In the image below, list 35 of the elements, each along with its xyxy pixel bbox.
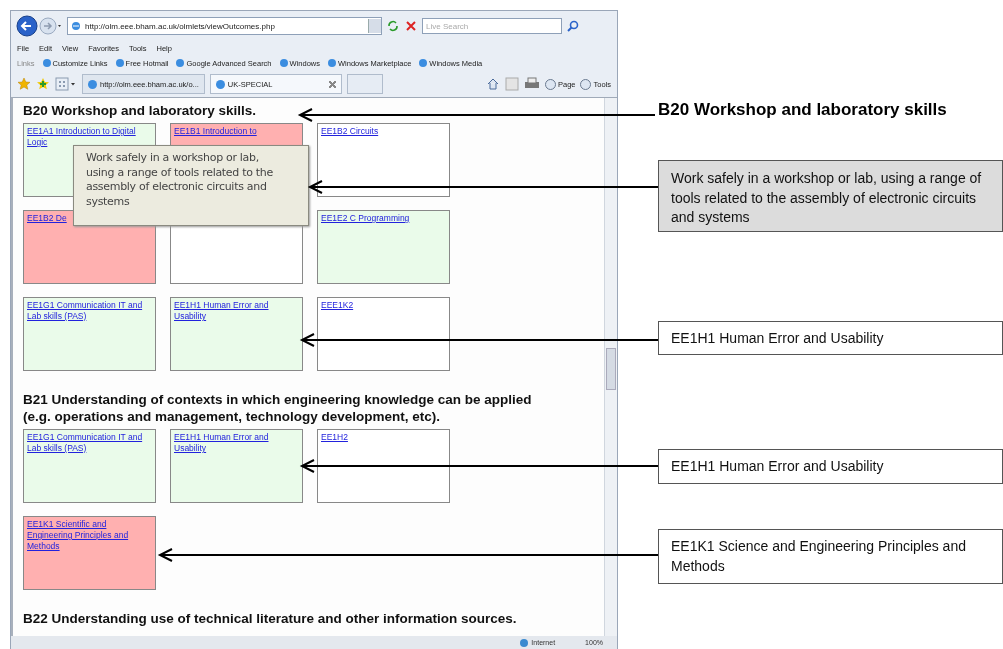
- page-icon: [71, 21, 81, 31]
- search-field[interactable]: Live Search: [422, 18, 562, 34]
- quick-tabs-icon[interactable]: [55, 77, 77, 91]
- module-link[interactable]: EE1K1 Scientific and Engineering Principles and Methods: [27, 519, 152, 552]
- module-link[interactable]: EE1E2 C Programming: [321, 213, 446, 224]
- tooltip: Work safely in a workshop or lab, using a range of tools related to the assembly of electronic circuits and systems: [73, 145, 309, 226]
- section-heading: B21 Understanding of contexts in which engineering knowledge can be applied (e.g. operations and management, technology development, etc).: [23, 391, 533, 425]
- module-link[interactable]: EE1B1 Introduction to: [174, 126, 299, 137]
- refresh-icon[interactable]: [386, 19, 400, 33]
- module-link[interactable]: EE1G1 Communication IT and Lab skills (PAS): [27, 432, 152, 454]
- add-favorite-icon[interactable]: [36, 77, 50, 91]
- annotation-heading: B20 Workshop and laboratory skills: [658, 100, 948, 120]
- module-link[interactable]: EE1G1 Communication IT and Lab skills (PAS): [27, 300, 152, 322]
- module-link[interactable]: EEE1K2: [321, 300, 446, 311]
- module-link[interactable]: EE1H1 Human Error and Usability: [174, 300, 299, 322]
- callout-box: EE1H1 Human Error and Usability: [658, 321, 1003, 355]
- module-link[interactable]: EE1H2: [321, 432, 446, 443]
- module-link[interactable]: EE1A1 Introduction to Digital Logic: [27, 126, 152, 148]
- module-link[interactable]: EE1H1 Human Error and Usability: [174, 432, 299, 454]
- callout-box: Work safely in a workshop or lab, using a range of tools related to the assembly of electronic circuits and systems: [658, 160, 1003, 232]
- search-icon[interactable]: [566, 19, 580, 33]
- module-link[interactable]: EE1B2 Circuits: [321, 126, 446, 137]
- back-forward-icon[interactable]: [15, 14, 63, 38]
- callout-box: EE1H1 Human Error and Usability: [658, 449, 1003, 484]
- section-heading: B22 Understanding use of technical literature and other information sources.: [23, 610, 517, 627]
- section-heading: B20 Workshop and laboratory skills.: [23, 102, 257, 119]
- star-icon[interactable]: [17, 77, 31, 91]
- home-icon[interactable]: [485, 77, 500, 91]
- scrollbar[interactable]: [604, 98, 617, 636]
- callout-box: EE1K1 Science and Engineering Principles and Methods: [658, 529, 1003, 584]
- stop-icon[interactable]: [404, 19, 418, 33]
- address-field[interactable]: http://olm.eee.bham.ac.uk/olmlets/viewOutcomes.php: [67, 17, 382, 35]
- close-icon[interactable]: [328, 80, 336, 88]
- new-tab-button[interactable]: [346, 74, 383, 94]
- print-icon[interactable]: [523, 77, 540, 91]
